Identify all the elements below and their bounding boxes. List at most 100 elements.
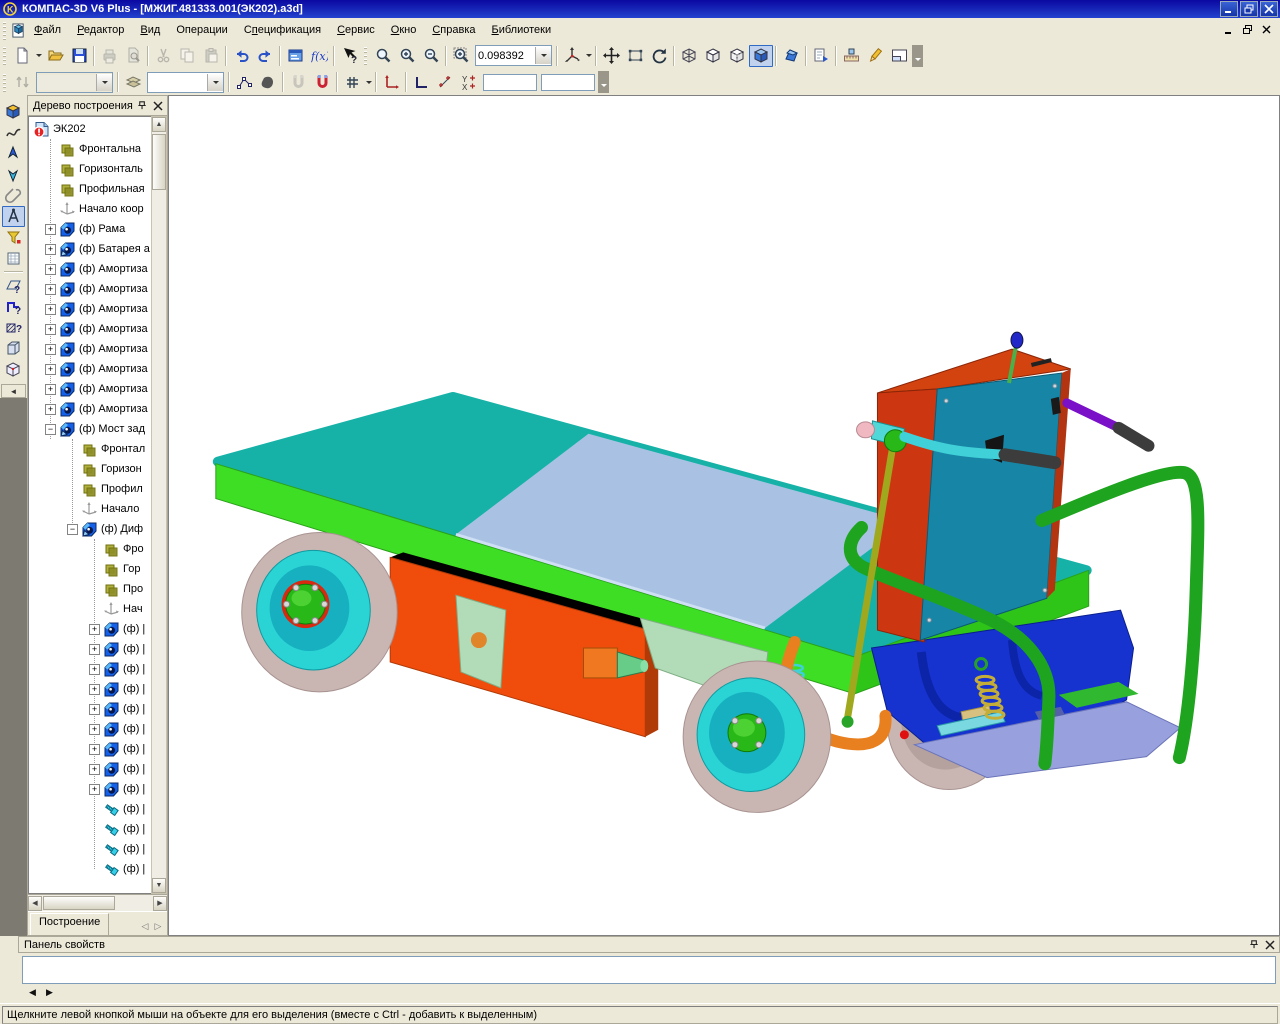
specification-button[interactable] xyxy=(2,248,25,269)
tree-content[interactable]: ЭК202ФронтальнаГоризонтальПрофильнаяНача… xyxy=(28,116,151,894)
tree-expander-minus[interactable]: − xyxy=(45,424,56,435)
layers-button[interactable] xyxy=(121,71,145,93)
component-library-button[interactable] xyxy=(2,338,25,359)
tree-expander-plus[interactable]: + xyxy=(89,784,100,795)
assembly-operations-button[interactable] xyxy=(2,359,25,380)
simplified-display-button[interactable] xyxy=(809,45,833,67)
menu-6[interactable]: Сервис xyxy=(329,21,383,39)
section-button[interactable] xyxy=(863,45,887,67)
tree-item[interactable]: +(ф) | xyxy=(29,619,151,639)
tree-item[interactable]: Фронтальна xyxy=(29,139,151,159)
tree-item[interactable]: +(ф) | xyxy=(29,779,151,799)
pan-button[interactable] xyxy=(599,45,623,67)
zoom-scale-combo[interactable] xyxy=(475,45,552,66)
tree-expander-plus[interactable]: + xyxy=(89,624,100,635)
scroll-right-arrow[interactable]: ▶ xyxy=(153,896,167,911)
tree-item[interactable]: +(ф) | xyxy=(29,639,151,659)
tree-item[interactable]: (ф) | xyxy=(29,799,151,819)
coordinates-yx-button[interactable]: YX xyxy=(457,71,481,93)
cut-button[interactable] xyxy=(151,45,175,67)
menu-1[interactable]: Файл xyxy=(26,21,69,39)
tree-item[interactable]: +(ф) Рама xyxy=(29,219,151,239)
menu-7[interactable]: Окно xyxy=(383,21,425,39)
paste-button[interactable] xyxy=(199,45,223,67)
scroll-up-arrow[interactable]: ▲ xyxy=(152,117,166,132)
scrollbar-thumb[interactable] xyxy=(43,896,115,910)
tree-item[interactable]: −(ф) Диф xyxy=(29,519,151,539)
tree-item[interactable]: Горизонталь xyxy=(29,159,151,179)
redo-button[interactable] xyxy=(253,45,277,67)
tree-expander-plus[interactable]: + xyxy=(45,324,56,335)
spatial-curve-button[interactable] xyxy=(2,122,25,143)
zoom-frame-button[interactable] xyxy=(623,45,647,67)
mass-properties-button[interactable] xyxy=(256,71,280,93)
filter-objects-button[interactable] xyxy=(2,227,25,248)
combo-dropdown-icon[interactable] xyxy=(96,74,112,91)
print-button[interactable] xyxy=(97,45,121,67)
layer-combo-input[interactable] xyxy=(148,75,207,90)
tree-expander-plus[interactable]: + xyxy=(89,664,100,675)
tree-item[interactable]: +(ф) Амортиза xyxy=(29,279,151,299)
copy-button[interactable] xyxy=(175,45,199,67)
undo-button[interactable] xyxy=(229,45,253,67)
tree-vertical-scrollbar[interactable]: ▲ ▼ xyxy=(151,116,167,894)
scrollbar-thumb[interactable] xyxy=(152,134,166,190)
tree-expander-plus[interactable]: + xyxy=(89,684,100,695)
tree-expander-plus[interactable]: + xyxy=(45,264,56,275)
tree-item[interactable]: −(ф) Мост зад xyxy=(29,419,151,439)
tree-item[interactable]: (ф) | xyxy=(29,819,151,839)
display-shaded-button[interactable] xyxy=(749,45,773,67)
local-cs-button[interactable] xyxy=(379,71,403,93)
minimize-button[interactable] xyxy=(1220,1,1238,17)
tab-build[interactable]: Построение xyxy=(30,913,109,935)
display-hidden-lines-button[interactable] xyxy=(701,45,725,67)
open-document-button[interactable] xyxy=(43,45,67,67)
grid-button[interactable] xyxy=(340,71,364,93)
print-preview-button[interactable] xyxy=(121,45,145,67)
props-prev-arrow[interactable]: ◀ xyxy=(26,986,39,999)
tree-expander-plus[interactable]: + xyxy=(45,224,56,235)
zoom-scale-combo-input[interactable] xyxy=(476,48,535,63)
tree-item[interactable]: Гор xyxy=(29,559,151,579)
tree-item[interactable]: +(ф) | xyxy=(29,659,151,679)
tree-item[interactable]: +(ф) | xyxy=(29,719,151,739)
tree-item[interactable]: ЭК202 xyxy=(29,119,151,139)
surface-tool-2-button[interactable] xyxy=(2,164,25,185)
properties-content[interactable] xyxy=(22,956,1276,984)
orientation-dropdown-icon[interactable] xyxy=(584,45,593,67)
tree-horizontal-scrollbar[interactable]: ◀ ▶ xyxy=(28,894,167,911)
display-wireframe-button[interactable] xyxy=(677,45,701,67)
tree-item[interactable]: Начало коор xyxy=(29,199,151,219)
tree-expander-plus[interactable]: + xyxy=(45,244,56,255)
pin-icon[interactable] xyxy=(1247,938,1262,952)
close-button[interactable] xyxy=(1260,1,1278,17)
menu-grip[interactable] xyxy=(2,20,8,39)
tree-item[interactable]: +(ф) Амортиза xyxy=(29,319,151,339)
tree-item[interactable]: +(ф) Амортиза xyxy=(29,379,151,399)
title-bar[interactable]: K КОМПАС-3D V6 Plus - [МЖИГ.481333.001(Э… xyxy=(0,0,1280,18)
tree-header[interactable]: Дерево построения xyxy=(28,96,167,116)
tree-item[interactable]: Профильная xyxy=(29,179,151,199)
display-perspective-button[interactable] xyxy=(779,45,803,67)
tab-prev-arrow[interactable]: ◁ xyxy=(139,921,151,932)
tree-item[interactable]: Нач xyxy=(29,599,151,619)
restore-button[interactable] xyxy=(1240,1,1258,17)
geometry-calc-button[interactable] xyxy=(232,71,256,93)
tree-item[interactable]: +(ф) | xyxy=(29,679,151,699)
tree-item[interactable]: Горизон xyxy=(29,459,151,479)
zoom-tool-button[interactable] xyxy=(371,45,395,67)
properties-close-icon[interactable] xyxy=(1262,938,1277,952)
doc-minimize-button[interactable] xyxy=(1220,23,1236,37)
snap-local-button[interactable] xyxy=(310,71,334,93)
function-button[interactable]: f(x) xyxy=(307,45,331,67)
tree-expander-plus[interactable]: + xyxy=(45,384,56,395)
tree-expander-plus[interactable]: + xyxy=(89,704,100,715)
toolbar-overflow-chevron[interactable] xyxy=(598,71,609,93)
toolbar-overflow-chevron[interactable] xyxy=(912,45,923,67)
measure-3d-button[interactable] xyxy=(2,206,25,227)
menu-2[interactable]: Редактор xyxy=(69,21,132,39)
tree-expander-minus[interactable]: − xyxy=(67,524,78,535)
tree-expander-plus[interactable]: + xyxy=(45,344,56,355)
tree-expander-plus[interactable]: + xyxy=(45,364,56,375)
surface-parameters-button[interactable]: ? xyxy=(2,317,25,338)
